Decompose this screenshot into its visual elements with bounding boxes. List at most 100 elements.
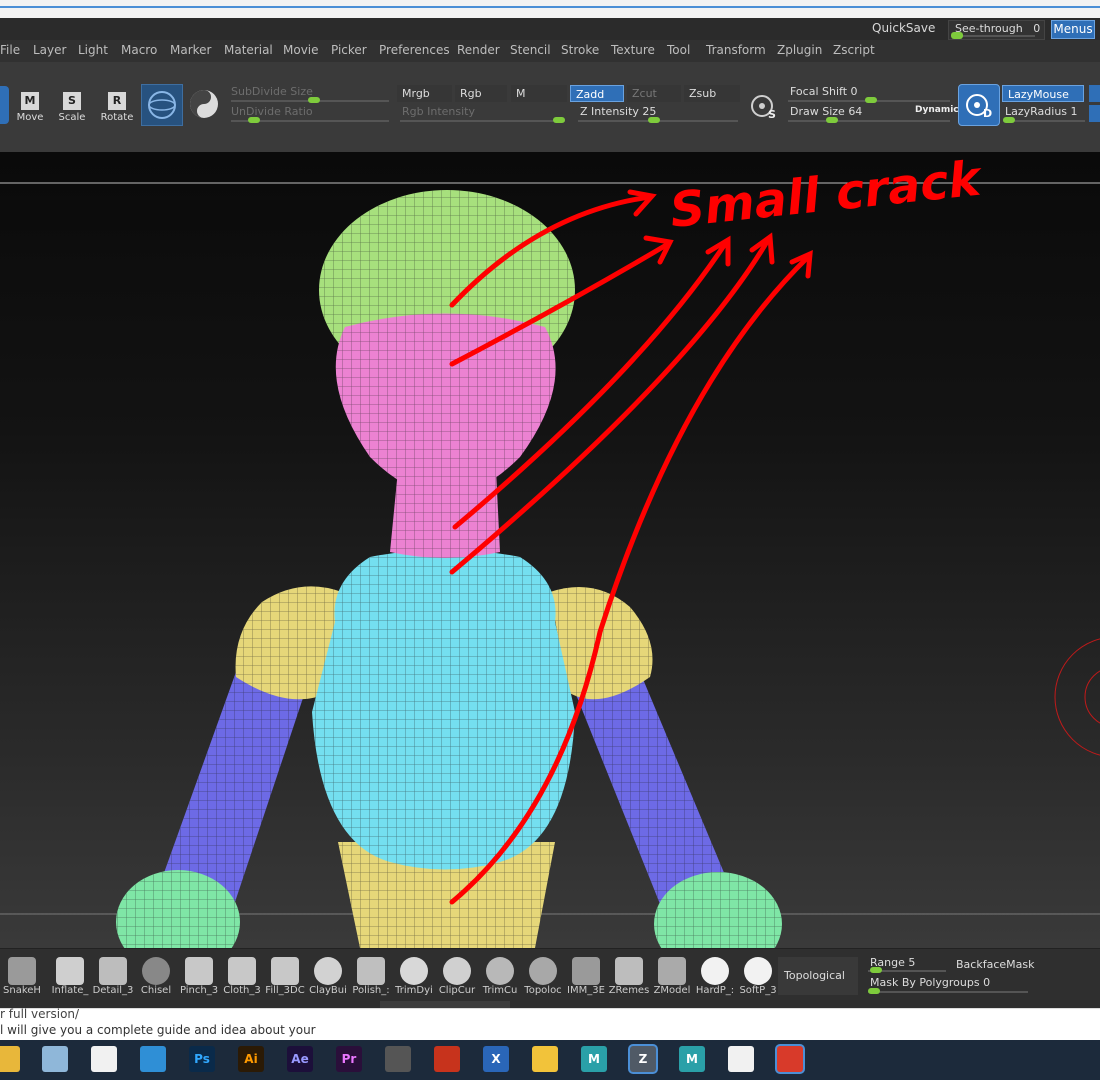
brush-softpolish[interactable]: SoftP_3 <box>736 955 780 1001</box>
menu-movie[interactable]: Movie <box>283 43 319 57</box>
menu-picker[interactable]: Picker <box>331 43 367 57</box>
photo-app-icon[interactable] <box>140 1046 166 1072</box>
draw-mode-button[interactable] <box>0 86 9 124</box>
brush-hardpolish[interactable]: HardP_: <box>693 955 737 1001</box>
z-intensity-knob[interactable] <box>648 117 660 123</box>
brush-fill[interactable]: Fill_3DC <box>263 955 307 1001</box>
zcut-button[interactable]: Zcut <box>627 85 681 102</box>
store-icon[interactable] <box>91 1046 117 1072</box>
menu-stroke[interactable]: Stroke <box>561 43 599 57</box>
photo-booth-icon[interactable] <box>777 1046 803 1072</box>
nuke-icon[interactable] <box>532 1046 558 1072</box>
backfacemask-button[interactable]: BackfaceMask <box>956 958 1034 971</box>
mrgb-button[interactable]: Mrgb <box>397 85 452 102</box>
menu-layer[interactable]: Layer <box>33 43 66 57</box>
see-through-knob[interactable] <box>951 32 963 39</box>
menu-file[interactable]: File <box>0 43 20 57</box>
brush-clipcurve[interactable]: ClipCur <box>435 955 479 1001</box>
brush-cursor-outer <box>1054 638 1100 756</box>
mask-by-polygroups-label: Mask By Polygroups 0 <box>870 976 991 989</box>
move-button[interactable]: M Move <box>10 86 50 128</box>
file-explorer-icon[interactable] <box>0 1046 20 1072</box>
menu-preferences[interactable]: Preferences <box>379 43 450 57</box>
premiere-icon[interactable]: Pr <box>336 1046 362 1072</box>
menu-zscript[interactable]: Zscript <box>833 43 875 57</box>
polish-icon <box>357 957 385 985</box>
torso <box>312 549 575 870</box>
topological-button[interactable]: Topological <box>778 957 858 995</box>
app-icon[interactable] <box>42 1046 68 1072</box>
lazy-d-button[interactable]: D <box>958 84 1000 126</box>
menus-toggle-button[interactable]: Menus <box>1051 20 1095 39</box>
see-through-slider[interactable]: See-through 0 <box>948 20 1045 40</box>
brush-trimdynamic[interactable]: TrimDyi <box>392 955 436 1001</box>
rgb-button[interactable]: Rgb <box>455 85 507 102</box>
brush-inflate[interactable]: Inflate_ <box>48 955 92 1001</box>
shelf-overflow-button[interactable] <box>1089 85 1100 102</box>
lazymouse-button[interactable]: LazyMouse <box>1002 85 1084 102</box>
photoshop-icon[interactable]: Ps <box>189 1046 215 1072</box>
zsub-button[interactable]: Zsub <box>684 85 740 102</box>
menu-tool[interactable]: Tool <box>667 43 690 57</box>
brush-label: SoftP_3 <box>739 985 777 996</box>
menu-zplugin[interactable]: Zplugin <box>777 43 822 57</box>
x-app-icon[interactable]: X <box>483 1046 509 1072</box>
rotate-button[interactable]: R Rotate <box>97 86 137 128</box>
brush-cloth[interactable]: Cloth_3 <box>220 955 264 1001</box>
scale-button[interactable]: S Scale <box>52 86 92 128</box>
zadd-button[interactable]: Zadd <box>570 85 624 102</box>
subdivide-size-knob[interactable] <box>308 97 320 103</box>
focal-shift-knob[interactable] <box>865 97 877 103</box>
lazyradius-track[interactable] <box>1003 120 1085 122</box>
brush-label: SnakeH <box>3 985 41 996</box>
menu-render[interactable]: Render <box>457 43 500 57</box>
canvas-viewport[interactable]: Small crack <box>0 152 1100 948</box>
draw-size-knob[interactable] <box>826 117 838 123</box>
brush-claybuildup[interactable]: ClayBui <box>306 955 350 1001</box>
stroke-s-button[interactable]: S <box>746 88 782 124</box>
range-knob[interactable] <box>870 967 882 973</box>
mail-icon[interactable] <box>728 1046 754 1072</box>
zbrush-icon[interactable]: Z <box>630 1046 656 1072</box>
browser-strip <box>0 0 1100 19</box>
brush-pinch[interactable]: Pinch_3 <box>177 955 221 1001</box>
brush-polish[interactable]: Polish_: <box>349 955 393 1001</box>
rgb-intensity-track[interactable] <box>400 120 565 122</box>
menu-texture[interactable]: Texture <box>611 43 655 57</box>
menu-macro[interactable]: Macro <box>121 43 157 57</box>
brush-detail[interactable]: Detail_3 <box>91 955 135 1001</box>
mask-by-polygroups-track[interactable] <box>868 991 1028 993</box>
maya-icon-2[interactable]: M <box>679 1046 705 1072</box>
rgb-intensity-knob[interactable] <box>553 117 565 123</box>
draw-size-track[interactable] <box>788 120 950 122</box>
menu-material[interactable]: Material <box>224 43 273 57</box>
maple-app-icon[interactable] <box>434 1046 460 1072</box>
menu-marker[interactable]: Marker <box>170 43 211 57</box>
brush-imm[interactable]: IMM_3E <box>564 955 608 1001</box>
maya-icon[interactable]: M <box>581 1046 607 1072</box>
shelf-scrollbar[interactable] <box>380 1001 510 1008</box>
menu-light[interactable]: Light <box>78 43 108 57</box>
spiral-app-icon[interactable] <box>385 1046 411 1072</box>
shelf-overflow-button-2[interactable] <box>1089 105 1100 122</box>
brush-chisel[interactable]: Chisel <box>134 955 178 1001</box>
polyframe-button[interactable] <box>184 84 224 124</box>
brush-target-icon <box>751 95 773 117</box>
brush-trimcurve[interactable]: TrimCu <box>478 955 522 1001</box>
m-button[interactable]: M <box>511 85 567 102</box>
menu-transform[interactable]: Transform <box>706 43 766 57</box>
illustrator-icon[interactable]: Ai <box>238 1046 264 1072</box>
lazyradius-knob[interactable] <box>1003 117 1015 123</box>
brush-zremesher[interactable]: ZRemes <box>607 955 651 1001</box>
after-effects-icon[interactable]: Ae <box>287 1046 313 1072</box>
see-through-track <box>953 35 1035 37</box>
edit-mode-button[interactable] <box>141 84 183 126</box>
quicksave-button[interactable]: QuickSave <box>872 21 935 35</box>
brush-snakehook[interactable]: SnakeH <box>0 955 44 1001</box>
mask-by-polygroups-knob[interactable] <box>868 988 880 994</box>
undivide-ratio-knob[interactable] <box>248 117 260 123</box>
dynamic-toggle[interactable]: Dynamic <box>915 105 959 115</box>
brush-topology[interactable]: Topoloc <box>521 955 565 1001</box>
menu-stencil[interactable]: Stencil <box>510 43 551 57</box>
brush-zmodeler[interactable]: ZModel <box>650 955 694 1001</box>
